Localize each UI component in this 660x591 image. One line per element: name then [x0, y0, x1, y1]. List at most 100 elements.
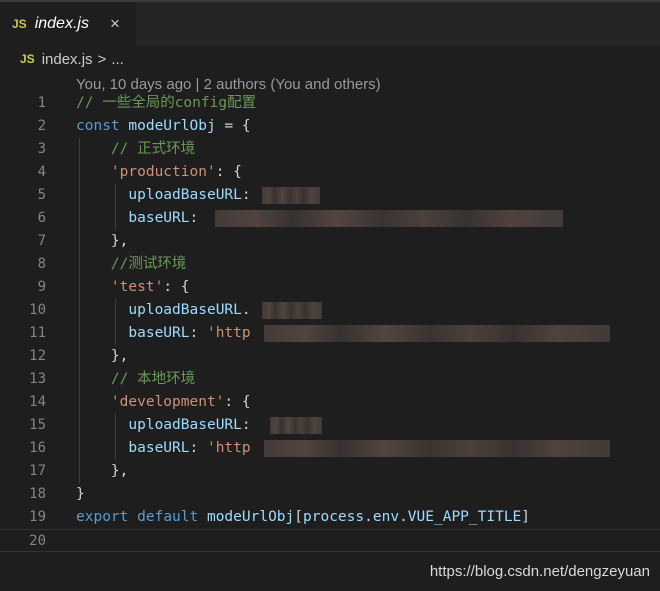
string-value: 'http — [206, 440, 251, 456]
tab-index-js[interactable]: JS index.js × — [0, 2, 136, 46]
identifier: process — [303, 509, 365, 525]
git-blame-annotation[interactable]: You, 10 days ago | 2 authors (You and ot… — [76, 76, 381, 93]
redacted-value — [264, 440, 610, 457]
line-number: 16 — [29, 440, 46, 456]
code-line: 12 }, — [0, 345, 660, 368]
punctuation: : — [189, 210, 199, 226]
keyword: const — [76, 118, 120, 134]
property-key: uploadBaseURL — [128, 417, 242, 433]
code-line: 18 } — [0, 483, 660, 506]
punctuation: : — [189, 440, 207, 456]
string-key: 'development' — [110, 394, 225, 410]
property-key: baseURL — [128, 325, 190, 341]
punctuation: . — [399, 509, 408, 525]
line-number: 17 — [29, 463, 46, 479]
line-number: 3 — [37, 141, 46, 157]
comment: // 一些全局的config配置 — [76, 95, 257, 111]
line-number: 7 — [37, 233, 46, 249]
punctuation: : { — [163, 279, 190, 295]
punctuation: }, — [110, 463, 129, 479]
code-line: 10 uploadBaseURL. — [0, 299, 660, 322]
line-number: 10 — [29, 302, 46, 318]
code-line: 11 baseURL: 'http — [0, 322, 660, 345]
code-line: 14 'development': { — [0, 391, 660, 414]
line-number: 12 — [29, 348, 46, 364]
redacted-value — [262, 187, 320, 204]
code-editor[interactable]: 1 // 一些全局的config配置 2 const modeUrlObj = … — [0, 92, 660, 552]
comment: //测试环境 — [110, 256, 187, 272]
redacted-value — [270, 417, 322, 434]
code-line: 7 }, — [0, 230, 660, 253]
punctuation: = { — [215, 118, 251, 134]
property-key: baseURL — [128, 210, 190, 226]
code-line: 5 uploadBaseURL: — [0, 184, 660, 207]
line-number: 5 — [37, 187, 46, 203]
line-number: 14 — [29, 394, 46, 410]
code-line: 19 export default modeUrlObj[process.env… — [0, 506, 660, 529]
punctuation: : { — [224, 394, 251, 410]
punctuation: : { — [215, 164, 242, 180]
code-line: 15 uploadBaseURL: — [0, 414, 660, 437]
redacted-value — [264, 325, 610, 342]
punctuation: } — [76, 486, 85, 502]
line-number: 11 — [29, 325, 46, 341]
line-number: 4 — [37, 164, 46, 180]
punctuation: }, — [110, 348, 129, 364]
breadcrumb: JS index.js > ... — [0, 46, 660, 72]
code-line: 9 'test': { — [0, 276, 660, 299]
line-number: 6 — [37, 210, 46, 226]
line-number: 13 — [29, 371, 46, 387]
punctuation: : — [189, 325, 207, 341]
chevron-right-icon: > — [97, 50, 107, 68]
keyword: default — [137, 509, 199, 525]
line-number: 19 — [29, 509, 46, 525]
line-number: 8 — [37, 256, 46, 272]
punctuation: . — [241, 302, 251, 318]
line-number: 18 — [29, 486, 46, 502]
tab-bar: JS index.js × — [0, 0, 660, 46]
identifier: modeUrlObj — [128, 118, 216, 134]
line-number: 1 — [37, 95, 46, 111]
code-line: 8 //测试环境 — [0, 253, 660, 276]
comment: // 正式环境 — [110, 141, 196, 157]
code-line: 4 'production': { — [0, 161, 660, 184]
code-line: 2 const modeUrlObj = { — [0, 115, 660, 138]
line-number: 15 — [29, 417, 46, 433]
code-line: 1 // 一些全局的config配置 — [0, 92, 660, 115]
punctuation: : — [241, 187, 251, 203]
js-file-icon: JS — [20, 52, 35, 66]
punctuation: ] — [521, 509, 531, 525]
string-value: 'http — [206, 325, 251, 341]
punctuation: }, — [110, 233, 129, 249]
js-file-icon: JS — [12, 17, 27, 31]
close-icon[interactable]: × — [110, 14, 120, 34]
string-key: 'production' — [110, 164, 216, 180]
line-number: 20 — [29, 533, 46, 549]
breadcrumb-file[interactable]: index.js — [42, 51, 93, 68]
code-line: 13 // 本地环境 — [0, 368, 660, 391]
line-number: 2 — [37, 118, 46, 134]
comment: // 本地环境 — [110, 371, 196, 387]
redacted-value — [262, 302, 322, 319]
property-key: baseURL — [128, 440, 190, 456]
identifier: env — [372, 509, 400, 525]
code-line: 3 // 正式环境 — [0, 138, 660, 161]
identifier: VUE_APP_TITLE — [407, 509, 522, 525]
punctuation: : — [241, 417, 251, 433]
property-key: uploadBaseURL — [128, 302, 242, 318]
identifier: modeUrlObj — [206, 509, 295, 525]
punctuation: . — [364, 509, 373, 525]
code-line: 6 baseURL: — [0, 207, 660, 230]
punctuation: [ — [294, 509, 304, 525]
code-line: 16 baseURL: 'http — [0, 437, 660, 460]
breadcrumb-more[interactable]: ... — [111, 51, 124, 68]
string-key: 'test' — [110, 279, 164, 295]
code-line-current[interactable]: 20 — [0, 529, 660, 552]
redacted-value — [215, 210, 563, 227]
tab-label: index.js — [34, 15, 89, 32]
code-line: 17 }, — [0, 460, 660, 483]
watermark: https://blog.csdn.net/dengzeyuan — [429, 563, 650, 580]
line-number: 9 — [37, 279, 46, 295]
property-key: uploadBaseURL — [128, 187, 242, 203]
keyword: export — [76, 509, 129, 525]
